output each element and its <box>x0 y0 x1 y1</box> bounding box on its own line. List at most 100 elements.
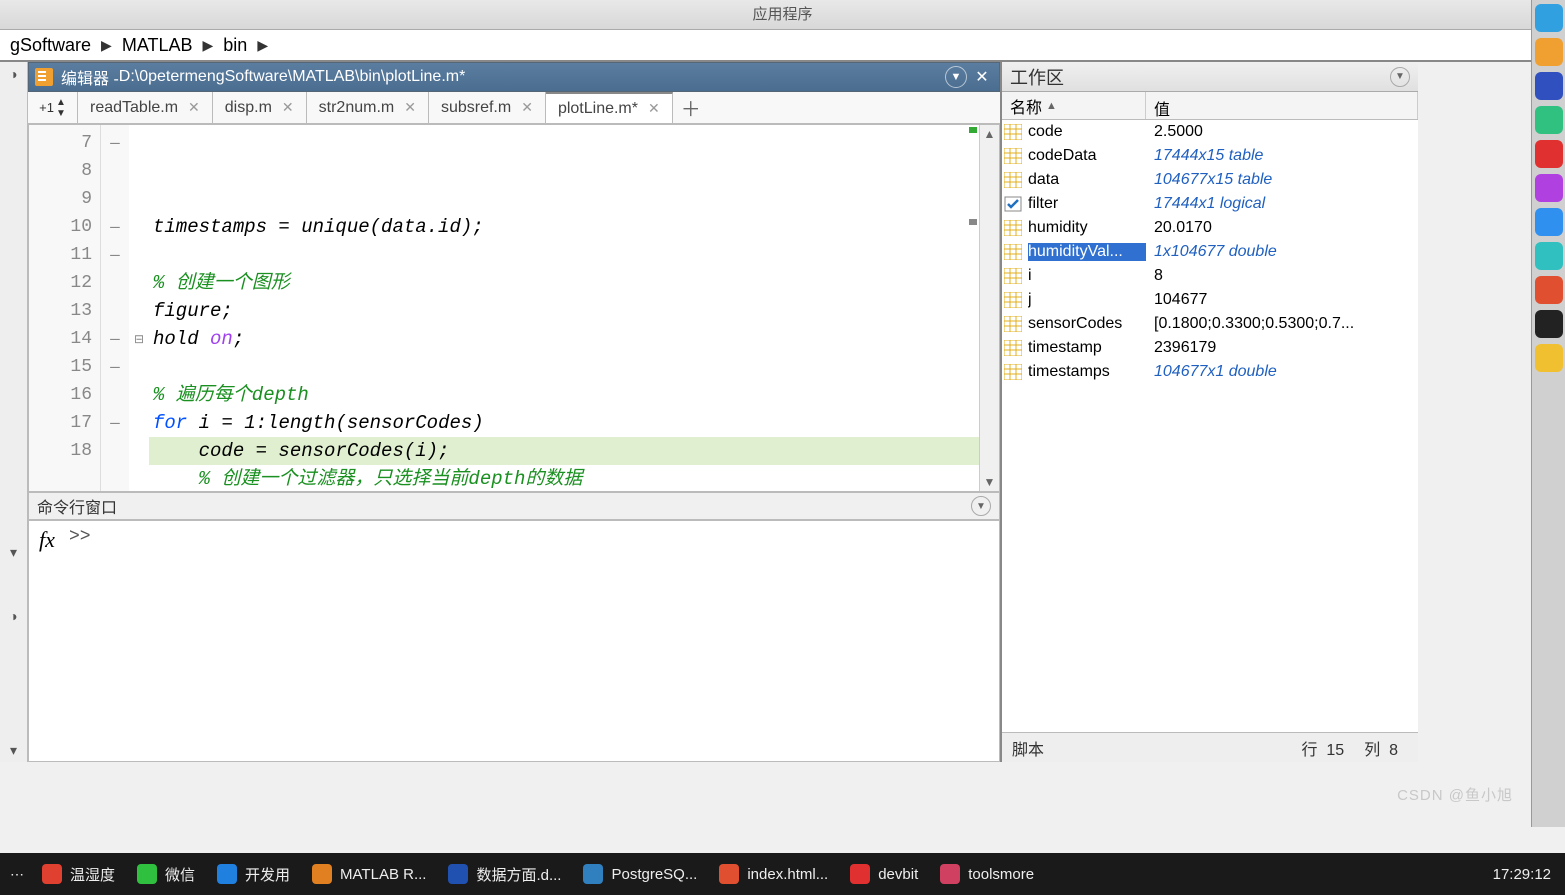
workspace-variable[interactable]: code2.5000 <box>1002 120 1418 144</box>
workspace-variable[interactable]: codeData17444x15 table <box>1002 144 1418 168</box>
variable-icon <box>1004 364 1024 380</box>
editor-tab[interactable]: subsref.m✕ <box>429 92 546 123</box>
variable-icon <box>1004 316 1024 332</box>
status-bar: 脚本 行 15 列 8 <box>1002 732 1418 762</box>
scroll-up-icon[interactable]: ▲ <box>980 125 999 143</box>
dropdown-icon[interactable]: ▼ <box>971 496 991 516</box>
workspace-variable[interactable]: data104677x15 table <box>1002 168 1418 192</box>
taskbar-item[interactable]: 微信 <box>127 856 205 892</box>
fold-gutter[interactable]: ⊟ <box>129 125 149 491</box>
taskbar: ⋯ 温湿度微信开发用MATLAB R...数据方面.d...PostgreSQ.… <box>0 853 1565 895</box>
add-tab-button[interactable]: ＋ <box>673 92 709 123</box>
editor-tab[interactable]: plotLine.m*✕ <box>546 92 673 123</box>
workspace-variable[interactable]: filter17444x1 logical <box>1002 192 1418 216</box>
workspace-headers[interactable]: 名称▲ 值 <box>1002 92 1418 120</box>
breadcrumb-seg[interactable]: MATLAB <box>118 35 197 56</box>
breadcrumb-seg[interactable]: bin <box>219 35 251 56</box>
dock-app-icon[interactable] <box>1535 174 1563 202</box>
expand-down-icon[interactable]: ▾ <box>0 540 27 564</box>
dock-app-icon[interactable] <box>1535 4 1563 32</box>
editor-tabs: +1▲▼ readTable.m✕disp.m✕str2num.m✕subsre… <box>28 92 1000 124</box>
code-line[interactable] <box>149 353 999 381</box>
dropdown-icon[interactable]: ▼ <box>945 66 967 88</box>
chevron-right-icon: ▶ <box>95 37 118 54</box>
workspace-variable[interactable]: timestamps104677x1 double <box>1002 360 1418 384</box>
code-overview <box>969 125 979 491</box>
close-tab-icon[interactable]: ✕ <box>521 99 533 116</box>
code-line[interactable]: for i = 1:length(sensorCodes) <box>149 409 999 437</box>
taskbar-item[interactable]: toolsmore <box>930 856 1044 892</box>
command-window-title: 命令行窗口 <box>37 494 117 518</box>
code-line[interactable] <box>149 241 999 269</box>
close-tab-icon[interactable]: ✕ <box>282 99 294 116</box>
dock-app-icon[interactable] <box>1535 38 1563 66</box>
right-dock <box>1531 0 1565 827</box>
expand-down-icon[interactable]: ▾ <box>0 738 27 762</box>
app-icon <box>719 864 739 884</box>
app-icon <box>940 864 960 884</box>
dropdown-icon[interactable]: ▼ <box>1390 67 1410 87</box>
dock-app-icon[interactable] <box>1535 208 1563 236</box>
dock-app-icon[interactable] <box>1535 140 1563 168</box>
editor-tab[interactable]: disp.m✕ <box>213 92 307 123</box>
close-icon[interactable]: ✕ <box>971 66 993 88</box>
dock-app-icon[interactable] <box>1535 106 1563 134</box>
dock-app-icon[interactable] <box>1535 310 1563 338</box>
app-icon <box>850 864 870 884</box>
vertical-scrollbar[interactable]: ▲ ▼ <box>979 125 999 491</box>
variable-icon <box>1004 268 1024 284</box>
taskbar-item[interactable]: PostgreSQ... <box>573 856 707 892</box>
code-line[interactable]: timestamps = unique(data.id); <box>149 213 999 241</box>
app-icon <box>583 864 603 884</box>
workspace-variable[interactable]: j104677 <box>1002 288 1418 312</box>
code-line[interactable]: hold on; <box>149 325 999 353</box>
variable-icon <box>1004 340 1024 356</box>
close-tab-icon[interactable]: ✕ <box>404 99 416 116</box>
scroll-down-icon[interactable]: ▼ <box>980 473 999 491</box>
code-lines[interactable]: timestamps = unique(data.id); % 创建一个图形fi… <box>149 125 999 491</box>
command-window-body[interactable]: fx >> <box>28 520 1000 762</box>
command-prompt[interactable]: >> <box>65 521 999 761</box>
expand-icon[interactable]: ◑ <box>0 604 27 628</box>
workspace-variable[interactable]: sensorCodes[0.1800;0.3300;0.5300;0.7... <box>1002 312 1418 336</box>
workspace-variable[interactable]: humidity20.0170 <box>1002 216 1418 240</box>
taskbar-item[interactable]: MATLAB R... <box>302 856 436 892</box>
code-line[interactable]: code = sensorCodes(i); <box>149 437 999 465</box>
editor-tab[interactable]: str2num.m✕ <box>307 92 429 123</box>
workspace-variable[interactable]: i8 <box>1002 264 1418 288</box>
code-line[interactable]: % 遍历每个depth <box>149 381 999 409</box>
clock[interactable]: 17:29:12 <box>1483 866 1561 883</box>
breakpoint-gutter[interactable]: — —— —— — <box>101 125 129 491</box>
close-tab-icon[interactable]: ✕ <box>648 100 660 117</box>
code-line[interactable]: % 创建一个过滤器，只选择当前depth的数据 <box>149 465 999 492</box>
dock-app-icon[interactable] <box>1535 344 1563 372</box>
workspace-variable[interactable]: timestamp2396179 <box>1002 336 1418 360</box>
dock-app-icon[interactable] <box>1535 242 1563 270</box>
taskbar-item[interactable]: index.html... <box>709 856 838 892</box>
code-line[interactable]: figure; <box>149 297 999 325</box>
taskbar-overflow[interactable]: ⋯ <box>4 866 30 883</box>
variable-icon <box>1004 196 1024 212</box>
code-line[interactable]: % 创建一个图形 <box>149 269 999 297</box>
code-editor[interactable]: 789101112131415161718 — —— —— — ⊟ timest… <box>28 124 1000 492</box>
taskbar-item[interactable]: 数据方面.d... <box>438 856 571 892</box>
editor-tab[interactable]: readTable.m✕ <box>78 92 213 123</box>
breadcrumb: gSoftware ▶ MATLAB ▶ bin ▶ ▼ <box>0 30 1565 62</box>
zoom-control[interactable]: +1▲▼ <box>28 92 78 123</box>
fx-icon[interactable]: fx <box>29 521 65 761</box>
close-tab-icon[interactable]: ✕ <box>188 99 200 116</box>
dock-app-icon[interactable] <box>1535 276 1563 304</box>
breadcrumb-seg[interactable]: gSoftware <box>6 35 95 56</box>
app-icon <box>448 864 468 884</box>
command-window: 命令行窗口 ▼ fx >> <box>28 492 1000 762</box>
app-icon <box>312 864 332 884</box>
app-icon <box>217 864 237 884</box>
taskbar-item[interactable]: 温湿度 <box>32 856 125 892</box>
app-title: 应用程序 <box>752 6 812 23</box>
dock-app-icon[interactable] <box>1535 72 1563 100</box>
collapse-icon[interactable]: ◑ <box>0 62 27 86</box>
taskbar-item[interactable]: devbit <box>840 856 928 892</box>
workspace-variable[interactable]: humidityVal...1x104677 double <box>1002 240 1418 264</box>
doc-type: 脚本 <box>1012 736 1044 760</box>
taskbar-item[interactable]: 开发用 <box>207 856 300 892</box>
